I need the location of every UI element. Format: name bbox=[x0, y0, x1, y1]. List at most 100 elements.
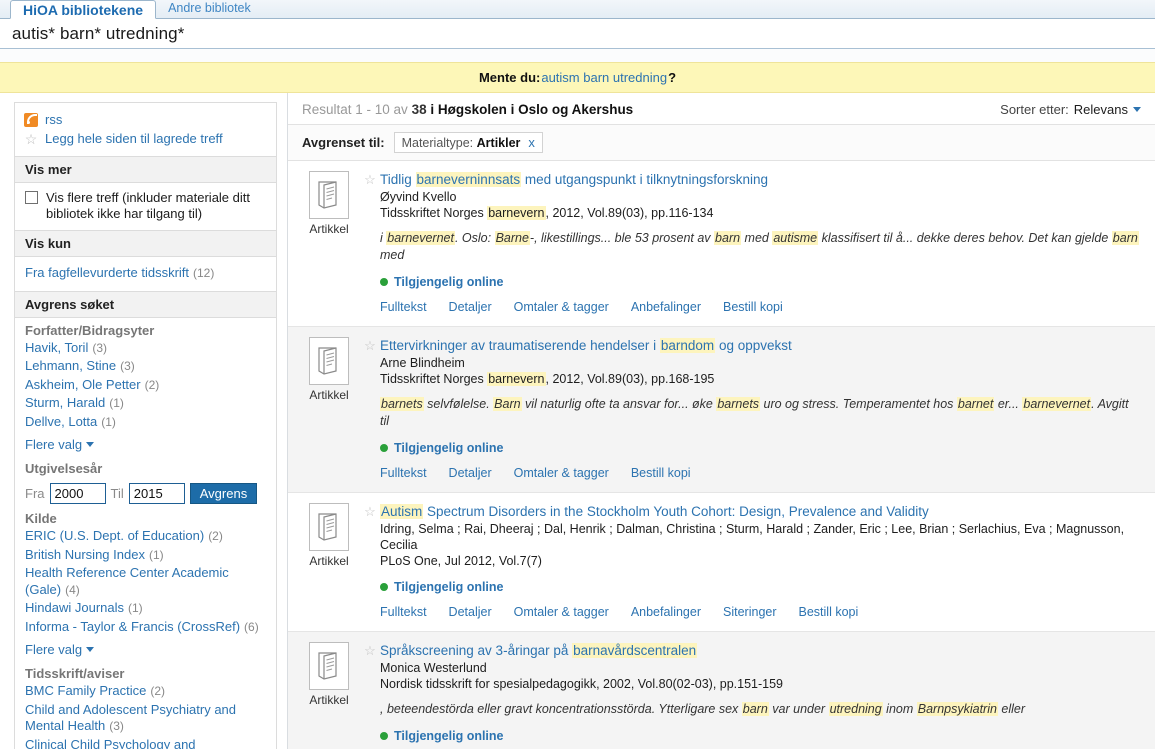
availability-label[interactable]: Tilgjengelig online bbox=[394, 580, 504, 594]
results-area: Resultat 1 - 10 av 38 i Høgskolen i Oslo… bbox=[288, 93, 1155, 749]
facet-count: (4) bbox=[65, 582, 80, 597]
year-to-input[interactable] bbox=[128, 483, 185, 504]
refined-by-label: Avgrenset til: bbox=[302, 135, 385, 150]
action-link-detaljer[interactable]: Detaljer bbox=[449, 466, 492, 480]
result-title-link[interactable]: Språkscreening av 3-åringar på barnavård… bbox=[380, 642, 1141, 659]
facet-link[interactable]: Clinical Child Psychology and bbox=[25, 737, 196, 750]
availability-status[interactable]: Tilgjengelig online bbox=[380, 441, 1141, 455]
year-from-label: Fra bbox=[25, 486, 45, 501]
rss-link[interactable]: rss bbox=[45, 112, 62, 127]
show-more-checkbox-row[interactable]: Vis flere treff (inkluder materiale ditt… bbox=[25, 190, 267, 222]
facet-item[interactable]: Havik, Toril (3) bbox=[25, 339, 267, 358]
sort-control[interactable]: Sorter etter: Relevans bbox=[1000, 102, 1141, 117]
facet-link[interactable]: Health Reference Center Academic (Gale) bbox=[25, 565, 229, 597]
result-snippet: i barnevernet. Oslo: Barne-, likestillin… bbox=[380, 230, 1141, 264]
article-icon-caption: Artikkel bbox=[309, 222, 349, 236]
availability-label[interactable]: Tilgjengelig online bbox=[394, 729, 504, 743]
facet-item[interactable]: Dellve, Lotta (1) bbox=[25, 413, 267, 432]
filter-chip-materialtype[interactable]: Materialtype: Artikler x bbox=[393, 132, 543, 153]
facet-link[interactable]: Sturm, Harald bbox=[25, 395, 105, 410]
result-title-link[interactable]: Autism Spectrum Disorders in the Stockho… bbox=[380, 503, 1141, 520]
facet-link[interactable]: ERIC (U.S. Dept. of Education) bbox=[25, 528, 204, 543]
year-range-filter: Fra Til Avgrens bbox=[25, 483, 267, 504]
show-more-checkbox[interactable] bbox=[25, 191, 38, 204]
facet-link[interactable]: Havik, Toril bbox=[25, 340, 88, 355]
facet-item[interactable]: Askheim, Ole Petter (2) bbox=[25, 376, 267, 395]
availability-label[interactable]: Tilgjengelig online bbox=[394, 441, 504, 455]
favorite-star-icon[interactable]: ☆ bbox=[360, 503, 380, 619]
facet-link[interactable]: British Nursing Index bbox=[25, 547, 145, 562]
highlighted-term: utredning bbox=[828, 702, 883, 716]
action-link-fulltekst[interactable]: Fulltekst bbox=[380, 605, 427, 619]
facet-item[interactable]: Hindawi Journals (1) bbox=[25, 599, 267, 618]
action-link-anbefalinger[interactable]: Anbefalinger bbox=[631, 605, 701, 619]
facet-item[interactable]: Lehmann, Stine (3) bbox=[25, 357, 267, 376]
section-body-vis-mer: Vis flere treff (inkluder materiale ditt… bbox=[15, 183, 276, 230]
more-options-forfatter[interactable]: Flere valg bbox=[25, 437, 95, 452]
save-page-row[interactable]: ☆ Legg hele siden til lagrede treff bbox=[24, 129, 267, 148]
action-link-omtaler-tagger[interactable]: Omtaler & tagger bbox=[514, 466, 609, 480]
tab-hioa-bibliotekene[interactable]: HiOA bibliotekene bbox=[10, 0, 157, 19]
text-run: -, likestillings... ble 53 prosent av bbox=[529, 231, 715, 245]
facet-link[interactable]: Lehmann, Stine bbox=[25, 358, 116, 373]
did-you-mean-label: Mente du: bbox=[478, 70, 541, 85]
action-link-bestill-kopi[interactable]: Bestill kopi bbox=[723, 300, 783, 314]
facet-link[interactable]: Dellve, Lotta bbox=[25, 414, 97, 429]
text-run: Tidlig bbox=[380, 172, 416, 187]
more-options-kilde[interactable]: Flere valg bbox=[25, 642, 95, 657]
result-title-link[interactable]: Ettervirkninger av traumatiserende hende… bbox=[380, 337, 1141, 354]
action-link-siteringer[interactable]: Siteringer bbox=[723, 605, 777, 619]
facet-link[interactable]: Informa - Taylor & Francis (CrossRef) bbox=[25, 619, 240, 634]
action-link-fulltekst[interactable]: Fulltekst bbox=[380, 466, 427, 480]
action-link-bestill-kopi[interactable]: Bestill kopi bbox=[631, 466, 691, 480]
did-you-mean-link[interactable]: autism barn utredning bbox=[541, 70, 667, 85]
rss-row[interactable]: rss bbox=[24, 110, 267, 129]
highlighted-term: barnevernet bbox=[386, 231, 455, 245]
facet-link[interactable]: Child and Adolescent Psychiatry and Ment… bbox=[25, 702, 236, 734]
facet-item[interactable]: Health Reference Center Academic (Gale)(… bbox=[25, 564, 267, 599]
year-from-input[interactable] bbox=[49, 483, 106, 504]
action-link-fulltekst[interactable]: Fulltekst bbox=[380, 300, 427, 314]
facet-item[interactable]: ERIC (U.S. Dept. of Education) (2) bbox=[25, 527, 267, 546]
favorite-star-icon[interactable]: ☆ bbox=[360, 171, 380, 314]
facet-item[interactable]: British Nursing Index (1) bbox=[25, 546, 267, 565]
action-link-detaljer[interactable]: Detaljer bbox=[449, 605, 492, 619]
facet-link[interactable]: Hindawi Journals bbox=[25, 600, 124, 615]
action-link-omtaler-tagger[interactable]: Omtaler & tagger bbox=[514, 300, 609, 314]
availability-status[interactable]: Tilgjengelig online bbox=[380, 275, 1141, 289]
status-dot-icon bbox=[380, 583, 388, 591]
facet-link[interactable]: BMC Family Practice bbox=[25, 683, 146, 698]
facet-link[interactable]: Askheim, Ole Petter bbox=[25, 377, 141, 392]
article-icon bbox=[309, 337, 349, 385]
availability-label[interactable]: Tilgjengelig online bbox=[394, 275, 504, 289]
action-link-detaljer[interactable]: Detaljer bbox=[449, 300, 492, 314]
result-authors: Idring, Selma ; Rai, Dheeraj ; Dal, Henr… bbox=[380, 522, 1125, 552]
facet-item[interactable]: Clinical Child Psychology and bbox=[25, 736, 267, 750]
action-link-omtaler-tagger[interactable]: Omtaler & tagger bbox=[514, 605, 609, 619]
text-run: uro og stress. Temperamentet hos bbox=[760, 397, 957, 411]
tab-andre-bibliotek[interactable]: Andre bibliotek bbox=[156, 0, 263, 18]
highlighted-term: barnevern bbox=[487, 206, 546, 220]
favorite-star-icon[interactable]: ☆ bbox=[360, 642, 380, 743]
search-bar[interactable]: autis* barn* utredning* bbox=[0, 19, 1155, 49]
facet-link[interactable]: Fra fagfellevurderte tidsskrift bbox=[25, 265, 189, 280]
availability-status[interactable]: Tilgjengelig online bbox=[380, 729, 1141, 743]
save-page-link[interactable]: Legg hele siden til lagrede treff bbox=[45, 131, 223, 146]
close-icon[interactable]: x bbox=[528, 135, 535, 150]
result-title-link[interactable]: Tidlig barneverninnsats med utgangspunkt… bbox=[380, 171, 1141, 188]
facet-count: (6) bbox=[244, 619, 259, 634]
facet-peer-reviewed[interactable]: Fra fagfellevurderte tidsskrift (12) bbox=[25, 264, 267, 283]
facet-item[interactable]: Informa - Taylor & Francis (CrossRef) (6) bbox=[25, 618, 267, 637]
availability-status[interactable]: Tilgjengelig online bbox=[380, 580, 1141, 594]
action-link-bestill-kopi[interactable]: Bestill kopi bbox=[799, 605, 859, 619]
facet-item[interactable]: Child and Adolescent Psychiatry and Ment… bbox=[25, 701, 267, 736]
favorite-star-icon[interactable]: ☆ bbox=[360, 337, 380, 480]
facet-item[interactable]: BMC Family Practice (2) bbox=[25, 682, 267, 701]
facet-item[interactable]: Sturm, Harald (1) bbox=[25, 394, 267, 413]
facet-group-title: Utgivelsesår bbox=[25, 461, 103, 476]
apply-year-filter-button[interactable]: Avgrens bbox=[189, 483, 258, 504]
filter-chip-prefix: Materialtype: bbox=[401, 135, 474, 150]
search-input[interactable]: autis* barn* utredning* bbox=[12, 24, 184, 44]
facet-group-forfatter: Forfatter/Bidragsyter Havik, Toril (3) Le… bbox=[25, 323, 267, 455]
action-link-anbefalinger[interactable]: Anbefalinger bbox=[631, 300, 701, 314]
